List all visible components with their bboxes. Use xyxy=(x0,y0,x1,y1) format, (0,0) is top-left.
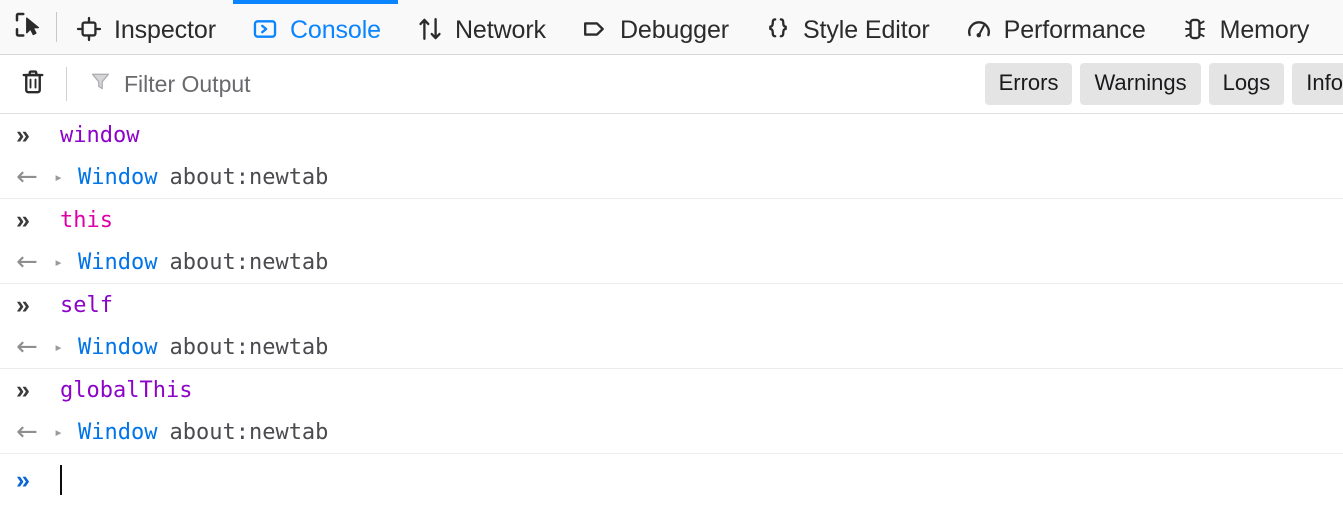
console-input-echo-row[interactable]: » window xyxy=(0,114,1343,156)
console-result-row[interactable]: ← ▸ Window about:newtab xyxy=(0,326,1343,368)
devtools-toolbar: Inspector Console Network Debugger Style… xyxy=(0,0,1343,55)
filter-button-info[interactable]: Info xyxy=(1292,63,1343,105)
tab-style-editor[interactable]: Style Editor xyxy=(746,0,947,54)
result-object-type: Window xyxy=(78,334,158,360)
console-expression: this xyxy=(60,207,113,233)
console-result-row[interactable]: ← ▸ Window about:newtab xyxy=(0,156,1343,198)
debugger-icon xyxy=(580,14,610,44)
filter-output-input[interactable]: Filter Output xyxy=(67,69,985,99)
tab-debugger-label: Debugger xyxy=(619,15,729,44)
funnel-icon xyxy=(88,69,113,99)
tab-inspector[interactable]: Inspector xyxy=(57,0,233,54)
console-output: » window ← ▸ Window about:newtab » this … xyxy=(0,114,1343,454)
return-arrow-icon: ← xyxy=(16,247,38,277)
console-entry-group: » window ← ▸ Window about:newtab xyxy=(0,114,1343,199)
tab-console[interactable]: Console xyxy=(232,0,398,54)
expand-triangle-icon[interactable]: ▸ xyxy=(54,254,78,270)
tab-memory[interactable]: Memory xyxy=(1163,0,1327,54)
performance-icon xyxy=(964,14,994,44)
expand-triangle-icon[interactable]: ▸ xyxy=(54,169,78,185)
severity-filter-buttons: Errors Warnings Logs Info xyxy=(984,63,1343,105)
style-editor-icon xyxy=(763,14,793,44)
element-picker-button[interactable] xyxy=(0,0,56,54)
console-expression: window xyxy=(60,122,140,148)
tab-memory-label: Memory xyxy=(1219,15,1310,44)
inspector-icon xyxy=(74,14,104,44)
expand-triangle-icon[interactable]: ▸ xyxy=(54,339,78,355)
result-object-value: about:newtab xyxy=(169,334,329,360)
filter-button-warnings[interactable]: Warnings xyxy=(1080,63,1201,105)
result-object-type: Window xyxy=(78,164,158,190)
filter-output-placeholder: Filter Output xyxy=(124,70,251,97)
tab-network[interactable]: Network xyxy=(398,0,563,54)
input-prompt-chevron-icon: » xyxy=(16,465,30,494)
result-object-value: about:newtab xyxy=(169,419,329,445)
return-arrow-icon: ← xyxy=(16,162,38,192)
console-expression: globalThis xyxy=(60,377,193,403)
return-arrow-icon: ← xyxy=(16,417,38,447)
console-entry-group: » this ← ▸ Window about:newtab xyxy=(0,199,1343,284)
result-object-type: Window xyxy=(78,249,158,275)
console-filter-bar: Filter Output Errors Warnings Logs Info xyxy=(0,55,1343,114)
console-input-echo-row[interactable]: » globalThis xyxy=(0,369,1343,411)
tab-console-label: Console xyxy=(289,15,381,44)
console-input-echo-row[interactable]: » this xyxy=(0,199,1343,241)
prompt-chevron-icon: » xyxy=(16,205,30,234)
tab-inspector-label: Inspector xyxy=(114,15,216,44)
tab-performance-label: Performance xyxy=(1003,15,1146,44)
tab-style-editor-label: Style Editor xyxy=(802,15,930,44)
console-input-echo-row[interactable]: » self xyxy=(0,284,1343,326)
clear-console-button[interactable] xyxy=(0,67,66,102)
prompt-chevron-icon: » xyxy=(16,120,30,149)
console-expression: self xyxy=(60,292,113,318)
tab-performance[interactable]: Performance xyxy=(947,0,1163,54)
tab-network-label: Network xyxy=(454,15,546,44)
network-icon xyxy=(415,14,445,44)
text-caret xyxy=(60,465,62,495)
filter-button-errors[interactable]: Errors xyxy=(984,63,1073,105)
trash-icon xyxy=(18,67,48,102)
prompt-chevron-icon: » xyxy=(16,375,30,404)
console-result-row[interactable]: ← ▸ Window about:newtab xyxy=(0,411,1343,453)
console-entry-group: » self ← ▸ Window about:newtab xyxy=(0,284,1343,369)
memory-icon xyxy=(1180,14,1210,44)
console-entry-group: » globalThis ← ▸ Window about:newtab xyxy=(0,369,1343,454)
prompt-chevron-icon: » xyxy=(16,290,30,319)
filter-button-logs[interactable]: Logs xyxy=(1208,63,1285,105)
return-arrow-icon: ← xyxy=(16,332,38,362)
console-icon xyxy=(250,14,280,44)
result-object-value: about:newtab xyxy=(169,249,329,275)
console-result-row[interactable]: ← ▸ Window about:newtab xyxy=(0,241,1343,283)
result-object-type: Window xyxy=(78,419,158,445)
element-picker-icon xyxy=(13,10,43,45)
result-object-value: about:newtab xyxy=(169,164,329,190)
console-command-input[interactable]: » xyxy=(0,454,1343,506)
tab-debugger[interactable]: Debugger xyxy=(563,0,746,54)
expand-triangle-icon[interactable]: ▸ xyxy=(54,424,78,440)
